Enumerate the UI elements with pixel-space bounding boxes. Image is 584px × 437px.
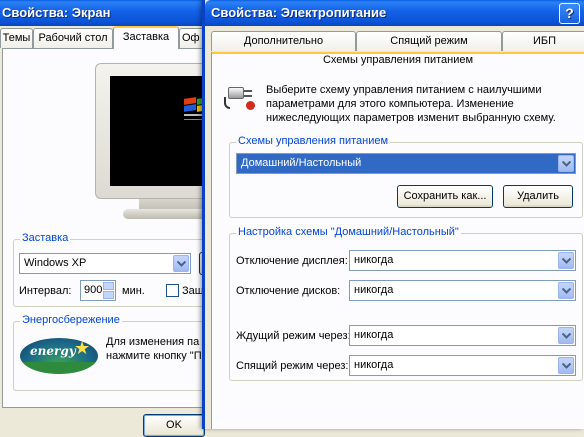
chevron-down-icon: [177, 261, 186, 267]
power-schemes-tab-panel: Схемы управления питанием Выберите схему…: [211, 52, 584, 429]
hibernate-value: никогда: [354, 359, 394, 371]
tab-advanced[interactable]: Дополнительно: [211, 31, 356, 51]
standby-label: Ждущий режим через:: [236, 330, 351, 342]
energy-saving-text-line2: нажмите кнопку "П: [106, 350, 202, 362]
disks-off-select[interactable]: никогда: [349, 280, 576, 301]
password-checkbox-label: Защ: [182, 285, 204, 297]
help-button[interactable]: ?: [559, 3, 580, 24]
display-off-dropdown-arrow[interactable]: [558, 252, 574, 269]
scheme-settings-group: Настройка схемы "Домашний/Настольный" От…: [229, 226, 583, 381]
delete-button[interactable]: Удалить: [503, 185, 573, 208]
description-line2: параметрами для этого компьютера. Измене…: [266, 98, 514, 110]
power-schemes-group-title: Схемы управления питанием: [236, 135, 391, 147]
disks-off-dropdown-arrow[interactable]: [558, 282, 574, 299]
display-properties-window: Свойства: Экран Темы Рабочий стол Застав…: [0, 0, 219, 437]
power-scheme-dropdown-arrow[interactable]: [558, 155, 574, 172]
power-options-tabs-back-row: Дополнительно Спящий режим ИБП: [211, 31, 584, 53]
display-off-label: Отключение дисплея:: [236, 255, 348, 267]
power-schemes-group: Схемы управления питанием Домашний/Насто…: [229, 135, 583, 218]
energy-star-icon: energy ★: [20, 338, 98, 374]
power-options-titlebar[interactable]: Свойства: Электропитание ?: [205, 0, 584, 26]
spinner-down-icon[interactable]: [103, 291, 114, 299]
tab-screensaver[interactable]: Заставка: [113, 26, 179, 49]
tab-desktop[interactable]: Рабочий стол: [33, 28, 113, 48]
power-scheme-select[interactable]: Домашний/Настольный: [236, 153, 576, 174]
chevron-down-icon: [562, 288, 571, 294]
disks-off-label: Отключение дисков:: [236, 285, 341, 297]
interval-spinner[interactable]: 900: [80, 280, 116, 301]
interval-label: Интервал:: [19, 285, 72, 297]
energy-saving-group: Энергосбережение energy ★ Для изменения …: [13, 314, 209, 391]
save-as-button[interactable]: Сохранить как...: [397, 185, 493, 208]
standby-select[interactable]: никогда: [349, 325, 576, 346]
monitor-base: [123, 209, 207, 219]
hibernate-label: Спящий режим через:: [236, 360, 349, 372]
interval-value: 900: [84, 284, 103, 296]
chevron-down-icon: [562, 333, 571, 339]
monitor-screen: [110, 76, 208, 186]
tab-themes[interactable]: Темы: [0, 28, 33, 48]
energy-saving-group-title: Энергосбережение: [20, 314, 122, 326]
tab-ups[interactable]: ИБП: [502, 31, 584, 51]
monitor-preview: [95, 63, 208, 221]
tab-power-schemes-label: Схемы управления питанием: [322, 54, 474, 66]
power-plug-icon: [224, 81, 258, 111]
power-options-title: Свойства: Электропитание: [211, 5, 387, 20]
disks-off-value: никогда: [354, 284, 394, 296]
power-scheme-select-value: Домашний/Настольный: [241, 157, 362, 169]
standby-value: никогда: [354, 329, 394, 341]
screensaver-tab-panel: Заставка Windows XP Интервал: 900 мин. З…: [2, 48, 219, 408]
password-checkbox[interactable]: [166, 284, 179, 297]
screensaver-group: Заставка Windows XP Интервал: 900 мин. З…: [13, 232, 219, 307]
save-as-button-label: Сохранить как...: [403, 190, 487, 202]
ok-button[interactable]: OK: [143, 414, 205, 437]
chevron-down-icon: [562, 363, 571, 369]
ok-button-label: OK: [166, 419, 182, 431]
chevron-down-icon: [562, 258, 571, 264]
interval-unit: мин.: [122, 285, 145, 297]
monitor-stand: [139, 199, 207, 209]
screensaver-select-value: Windows XP: [24, 257, 87, 269]
power-options-window: Свойства: Электропитание ? Дополнительно…: [202, 0, 584, 429]
tab-hibernate[interactable]: Спящий режим: [356, 31, 502, 51]
tab-power-schemes[interactable]: Схемы управления питанием: [212, 52, 584, 66]
description-line1: Выберите схему управления питанием с наи…: [266, 84, 542, 96]
scheme-settings-group-title: Настройка схемы "Домашний/Настольный": [236, 226, 461, 238]
hibernate-dropdown-arrow[interactable]: [558, 357, 574, 374]
display-properties-titlebar[interactable]: Свойства: Экран: [0, 0, 210, 26]
description-line3: нижеследующих параметров изменит выбранн…: [266, 112, 556, 124]
monitor-bezel: [95, 63, 208, 199]
display-properties-tabs: Темы Рабочий стол Заставка Оф: [0, 26, 210, 49]
standby-dropdown-arrow[interactable]: [558, 327, 574, 344]
hibernate-select[interactable]: никогда: [349, 355, 576, 376]
delete-button-label: Удалить: [517, 190, 559, 202]
display-off-select[interactable]: никогда: [349, 250, 576, 271]
chevron-down-icon: [562, 161, 571, 167]
display-properties-title: Свойства: Экран: [2, 5, 111, 20]
energy-saving-text-line1: Для изменения па: [106, 336, 200, 348]
screensaver-select[interactable]: Windows XP: [19, 253, 191, 274]
display-off-value: никогда: [354, 254, 394, 266]
screensaver-dropdown-arrow[interactable]: [173, 255, 189, 272]
screensaver-group-title: Заставка: [20, 232, 71, 244]
spinner-up-icon[interactable]: [103, 282, 114, 290]
